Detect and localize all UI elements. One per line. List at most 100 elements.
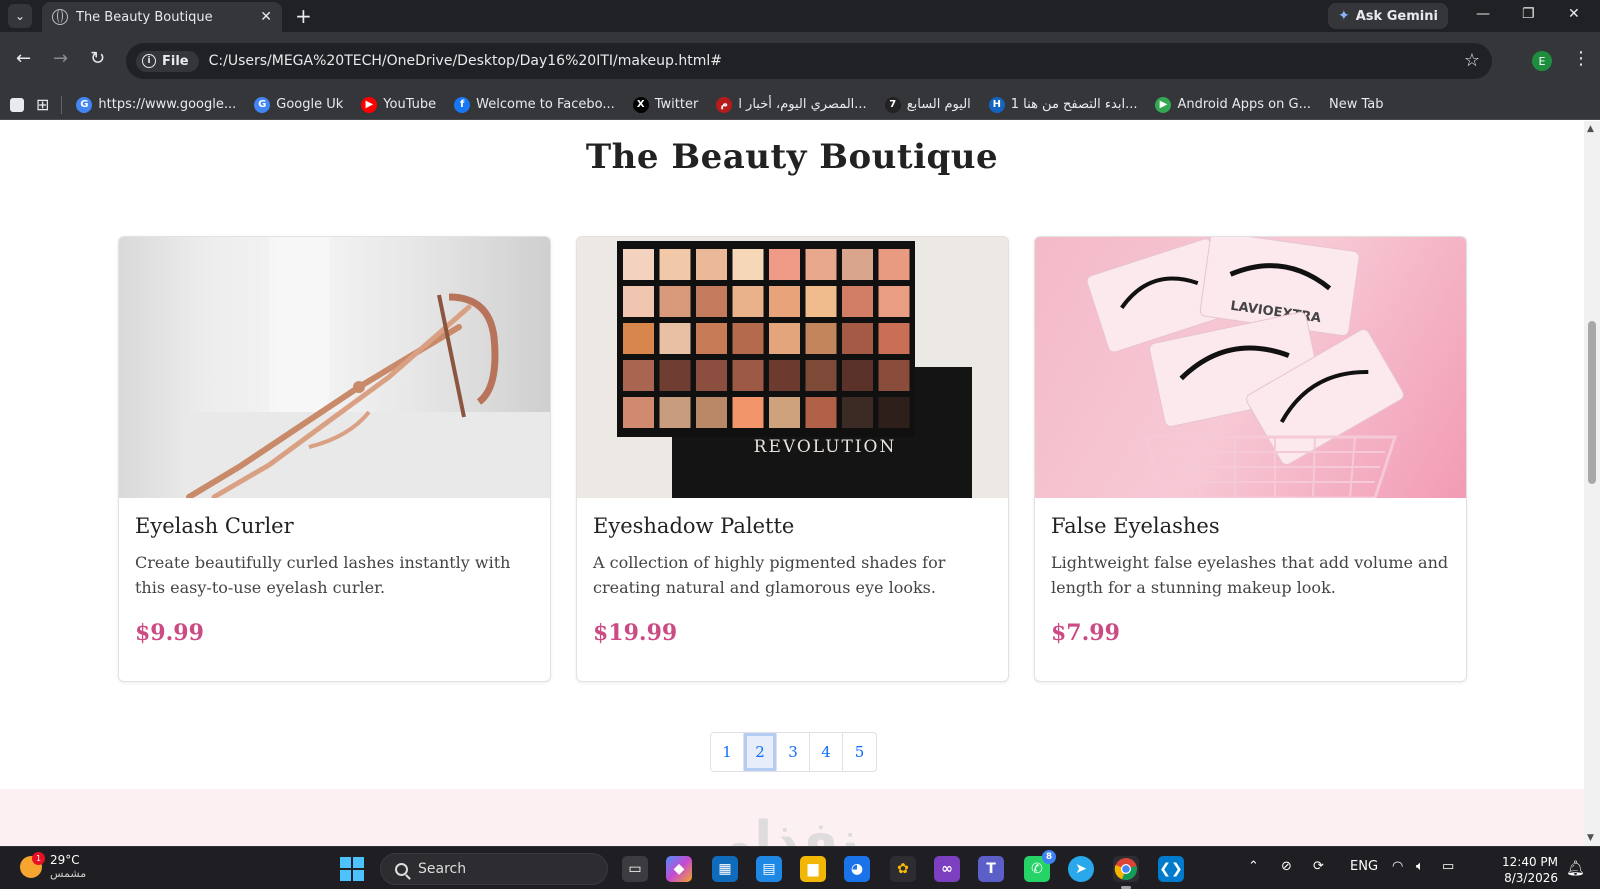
url-text[interactable]: C:/Users/MEGA%20TECH/OneDrive/Desktop/Da…	[209, 53, 722, 69]
apps-grid-icon[interactable]: ⊞	[36, 95, 49, 114]
bookmark-item[interactable]: X Twitter	[632, 96, 699, 113]
language-indicator[interactable]: ENG	[1350, 859, 1378, 874]
bookmark-item[interactable]: ▶ Android Apps on G...	[1155, 96, 1311, 113]
sync-icon[interactable]: ⟳	[1313, 859, 1324, 874]
eyeshadow-swatch	[878, 286, 910, 317]
sidebar-toggle-icon[interactable]	[10, 97, 24, 112]
copilot-icon[interactable]: ◆	[666, 856, 692, 882]
scroll-thumb[interactable]	[1588, 321, 1596, 484]
tray-overflow-icon[interactable]: ⌃	[1248, 859, 1259, 874]
bookmark-label: اليوم السابع	[906, 97, 971, 112]
page-link-5[interactable]: 5	[843, 733, 876, 771]
telegram-icon[interactable]: ➤	[1068, 856, 1094, 882]
bookmarks-divider	[61, 95, 63, 114]
eyeshadow-swatch	[623, 323, 654, 354]
tab-title: The Beauty Boutique	[76, 9, 213, 25]
battery-icon[interactable]: ▭	[1442, 859, 1454, 874]
wifi-icon[interactable]: ◠	[1392, 859, 1403, 874]
clock-date: 8/3/2026	[1504, 871, 1558, 885]
volume-icon[interactable]: 🔈︎	[1416, 859, 1424, 874]
site-info-chip[interactable]: i File	[136, 50, 199, 72]
page-link-1[interactable]: 1	[711, 733, 744, 771]
product-card: Eyelash Curler Create beautifully curled…	[118, 236, 551, 682]
restore-icon[interactable]: ❐	[1522, 6, 1535, 22]
product-description: Create beautifully curled lashes instant…	[135, 553, 511, 597]
bookmark-label: https://www.google...	[98, 97, 237, 112]
page-viewport: The Beauty Boutique Eyelash Curler Creat…	[0, 121, 1584, 846]
close-tab-icon[interactable]: ✕	[260, 9, 272, 25]
false-eyelashes-illustration: LAVIOEXTRA	[1086, 237, 1404, 498]
scroll-up-icon[interactable]: ▲	[1587, 124, 1594, 134]
page-scrollbar[interactable]: ▲ ▼	[1584, 121, 1600, 846]
photos-icon[interactable]: ✿	[890, 856, 916, 882]
microsoft-store-icon[interactable]: ▦	[712, 856, 738, 882]
network-off-icon[interactable]: ⊘	[1281, 859, 1292, 874]
eyeshadow-swatch	[769, 323, 800, 354]
eyeshadow-swatch	[769, 360, 800, 391]
task-view-icon[interactable]: ▭	[622, 856, 648, 882]
chevron-down-icon: ⌄	[14, 9, 26, 23]
weather-widget[interactable]: 1 29°C مشمس	[20, 851, 87, 880]
whatsapp-badge: 8	[1042, 850, 1056, 864]
profile-avatar[interactable]: E	[1532, 51, 1552, 71]
eyeshadow-swatch	[878, 360, 910, 391]
weather-description: مشمس	[50, 867, 87, 880]
bookmark-label: YouTube	[383, 97, 437, 112]
teams-icon[interactable]: T	[978, 856, 1004, 882]
visual-studio-icon[interactable]: ∞	[934, 856, 960, 882]
windows-start-icon[interactable]	[340, 857, 364, 881]
new-tab-button[interactable]: +	[295, 5, 312, 27]
eyeshadow-swatch	[696, 360, 727, 391]
ask-gemini-button[interactable]: ✦ Ask Gemini	[1328, 3, 1448, 29]
taskbar-search[interactable]: Search	[380, 853, 608, 885]
page-link-3[interactable]: 3	[777, 733, 810, 771]
file-explorer-icon[interactable]: ▆	[800, 856, 826, 882]
edge-icon[interactable]: ◕	[844, 856, 870, 882]
chrome-icon[interactable]	[1113, 856, 1139, 882]
scroll-down-icon[interactable]: ▼	[1587, 833, 1594, 843]
eyeshadow-swatch	[623, 397, 654, 428]
product-title: Eyeshadow Palette	[593, 514, 795, 538]
bookmark-item[interactable]: f Welcome to Facebo...	[454, 96, 615, 113]
eyeshadow-swatch	[769, 249, 800, 280]
weather-badge: 1	[32, 851, 45, 865]
active-tab[interactable]: The Beauty Boutique ✕	[42, 2, 282, 32]
product-title: Eyelash Curler	[135, 514, 294, 538]
eyeshadow-swatch	[659, 249, 691, 280]
eyeshadow-swatch	[659, 360, 691, 391]
play-store-icon: ▶	[1155, 96, 1172, 113]
vscode-icon[interactable]: ❮❯	[1158, 856, 1184, 882]
product-description: A collection of highly pigmented shades …	[593, 553, 946, 597]
eyeshadow-swatch	[659, 323, 691, 354]
file-chip-label: File	[162, 53, 189, 69]
bookmark-label: Twitter	[654, 97, 699, 112]
bookmark-item[interactable]: H ابدء التصفح من هنا 1...	[988, 96, 1138, 113]
eyeshadow-swatch	[769, 397, 800, 428]
eyeshadow-swatch	[842, 286, 873, 317]
eyeshadow-swatch	[696, 323, 727, 354]
menu-kebab-icon[interactable]: ⋮	[1572, 48, 1590, 69]
minimize-icon[interactable]: —	[1476, 6, 1490, 22]
bookmark-star-icon[interactable]: ☆	[1464, 50, 1480, 71]
notification-bell-icon[interactable]: 🔔︎	[1566, 859, 1585, 877]
bookmark-item[interactable]: ▶ YouTube	[361, 96, 437, 113]
close-window-icon[interactable]: ✕	[1568, 6, 1580, 22]
bookmark-item[interactable]: G Google Uk	[254, 96, 343, 113]
page-link-2[interactable]: 2	[744, 733, 777, 771]
bookmark-item[interactable]: New Tab	[1329, 97, 1384, 112]
page-link-4[interactable]: 4	[810, 733, 843, 771]
bookmark-label: ابدء التصفح من هنا 1...	[1010, 97, 1138, 112]
calendar-icon[interactable]: ▤	[756, 856, 782, 882]
eyelash-curler-illustration	[186, 237, 550, 498]
back-icon[interactable]: ←	[16, 49, 31, 69]
bookmark-item[interactable]: 7 اليوم السابع	[884, 96, 971, 113]
reload-icon[interactable]: ↻	[90, 49, 105, 69]
whatsapp-icon[interactable]: ✆ 8	[1024, 850, 1056, 882]
bookmark-item[interactable]: م المصري اليوم، أخبار ا...	[716, 96, 867, 113]
bookmark-item[interactable]: Ghttps://www.google...	[76, 96, 237, 113]
address-bar[interactable]: i File C:/Users/MEGA%20TECH/OneDrive/Des…	[126, 43, 1492, 79]
eyeshadow-swatch	[878, 397, 910, 428]
forward-icon[interactable]: →	[53, 49, 68, 69]
system-clock[interactable]: 12:40 PM 8/3/2026	[1502, 854, 1558, 886]
tab-search-button[interactable]: ⌄	[8, 4, 32, 28]
